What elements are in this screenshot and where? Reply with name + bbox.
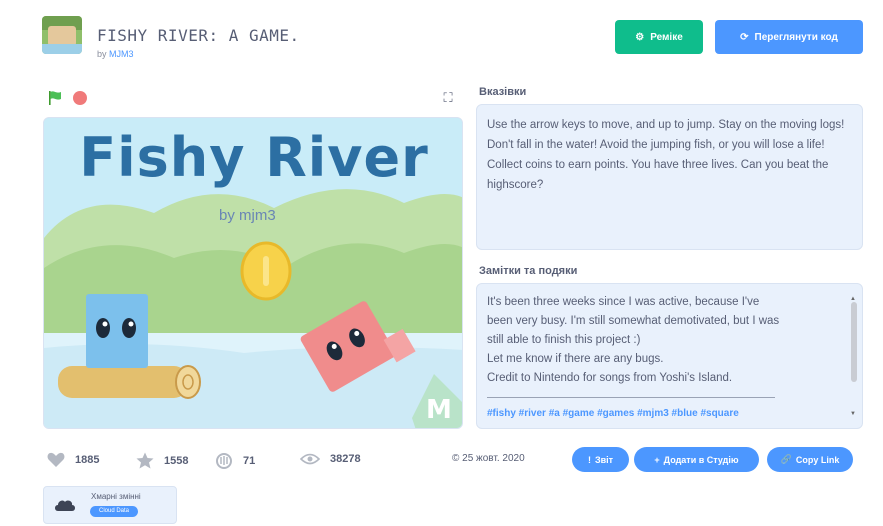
eye-icon: [300, 453, 320, 465]
studio-name: Хмарні змінні: [91, 492, 141, 501]
notes-line: Let me know if there are any bugs.: [487, 353, 664, 365]
views-count: 38278: [330, 453, 361, 465]
scroll-down-icon[interactable]: ▼: [850, 405, 856, 424]
project-title: FISHY RIVER: A GAME.: [97, 26, 300, 45]
favorites-stat[interactable]: 1558: [136, 452, 188, 469]
report-icon: !: [587, 454, 591, 465]
cloud-icon: [55, 500, 75, 511]
favorites-count: 1558: [164, 454, 189, 467]
share-date: © 25 жовт. 2020: [452, 453, 525, 464]
see-inside-button[interactable]: ⟳ Переглянути код: [715, 20, 863, 54]
notes-line: still able to finish this project :): [487, 334, 641, 346]
project-thumbnail[interactable]: [42, 16, 82, 54]
notes-tags[interactable]: #fishy #river #a #game #games #mjm3 #blu…: [487, 404, 838, 423]
views-stat: 38278: [300, 452, 361, 466]
instructions-heading: Вказівки: [479, 86, 527, 98]
refresh-icon: ⟳: [740, 31, 749, 43]
studio-chip: Cloud Data: [90, 506, 138, 517]
stage-game-byline: by mjm3: [219, 207, 276, 224]
notes-heading: Замітки та подяки: [479, 265, 578, 277]
remix-label: Реміке: [650, 31, 683, 43]
notes-scrollbar[interactable]: [851, 302, 857, 382]
blue-square-character: [86, 294, 148, 368]
heart-icon: [47, 452, 65, 467]
notes-divider: [487, 388, 775, 398]
author-link[interactable]: MJM3: [109, 49, 134, 59]
instructions-text: Use the arrow keys to move, and up to ju…: [487, 119, 845, 191]
loves-stat[interactable]: 1885: [47, 452, 99, 468]
remixes-count: 71: [243, 454, 256, 467]
stage-game-title: Fishy River: [79, 126, 429, 189]
notes-line: been very busy. I'm still somewhat demot…: [487, 315, 780, 327]
project-byline: by MJM3: [97, 49, 134, 59]
remix-button[interactable]: ⚙ Реміке: [615, 20, 703, 54]
copy-link-label: Copy Link: [795, 454, 840, 465]
notes-line: Credit to Nintendo for songs from Yoshi'…: [487, 372, 733, 384]
remix-count-icon: [216, 453, 232, 469]
studio-card[interactable]: Хмарні змінні Cloud Data: [43, 486, 177, 524]
report-button[interactable]: ! Звіт: [572, 447, 629, 472]
plus-icon: +: [654, 454, 660, 465]
stop-icon[interactable]: [73, 91, 87, 105]
link-icon: 🔗: [780, 454, 792, 464]
add-to-studio-button[interactable]: + Додати в Студію: [634, 447, 759, 472]
remix-icon: ⚙: [635, 31, 645, 43]
notes-panel: It's been three weeks since I was active…: [476, 283, 863, 429]
by-prefix: by: [97, 49, 107, 59]
project-header: FISHY RIVER: A GAME. by MJM3 ⚙ Реміке ⟳ …: [42, 12, 864, 62]
notes-line: It's been three weeks since I was active…: [487, 296, 760, 308]
green-flag-icon[interactable]: [47, 90, 63, 106]
loves-count: 1885: [75, 454, 100, 466]
instructions-panel: Use the arrow keys to move, and up to ju…: [476, 104, 863, 250]
project-stage[interactable]: M Fishy River by mjm3: [43, 117, 463, 429]
remixes-stat: 71: [215, 452, 255, 469]
add-to-studio-label: Додати в Студію: [663, 454, 739, 465]
star-icon: [136, 452, 154, 469]
copy-link-button[interactable]: 🔗 Copy Link: [767, 447, 853, 472]
fullscreen-icon[interactable]: ⛶: [440, 90, 456, 106]
report-label: Звіт: [594, 454, 614, 465]
see-inside-label: Переглянути код: [754, 31, 838, 43]
svg-text:M: M: [426, 395, 452, 425]
